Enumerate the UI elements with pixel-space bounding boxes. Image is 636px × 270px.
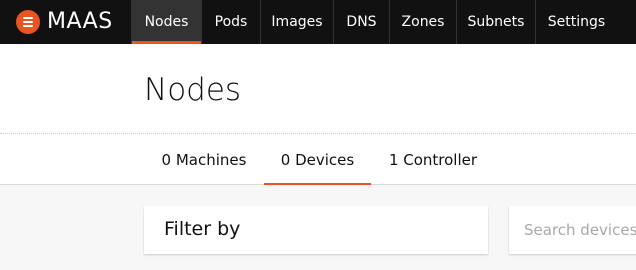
node-type-tabs: 0 Machines 0 Devices 1 Controller bbox=[0, 134, 636, 186]
brand-name: MAAS bbox=[47, 9, 113, 34]
main-nav: Nodes Pods Images DNS Zones Subnets Sett… bbox=[131, 0, 617, 44]
nav-item-settings[interactable]: Settings bbox=[535, 0, 617, 44]
tab-devices[interactable]: 0 Devices bbox=[264, 134, 371, 186]
nav-item-subnets[interactable]: Subnets bbox=[456, 0, 535, 44]
filter-by-heading: Filter by bbox=[164, 218, 241, 240]
search-devices-input[interactable] bbox=[509, 206, 636, 254]
tab-machines[interactable]: 0 Machines bbox=[144, 134, 264, 185]
nav-item-dns[interactable]: DNS bbox=[333, 0, 389, 44]
top-navigation: MAAS Nodes Pods Images DNS Zones Subnets… bbox=[0, 0, 636, 44]
page-header: Nodes bbox=[0, 44, 636, 134]
nav-item-zones[interactable]: Zones bbox=[389, 0, 456, 44]
brand-logo[interactable]: MAAS bbox=[0, 0, 131, 44]
nav-item-pods[interactable]: Pods bbox=[201, 0, 260, 44]
maas-menu-icon bbox=[16, 10, 40, 34]
tab-controllers[interactable]: 1 Controller bbox=[371, 134, 495, 185]
filter-panel: Filter by bbox=[144, 206, 488, 254]
page-title: Nodes bbox=[144, 72, 242, 108]
content-area: Filter by bbox=[0, 185, 636, 270]
nav-item-nodes[interactable]: Nodes bbox=[131, 0, 201, 44]
nav-item-images[interactable]: Images bbox=[260, 0, 333, 44]
